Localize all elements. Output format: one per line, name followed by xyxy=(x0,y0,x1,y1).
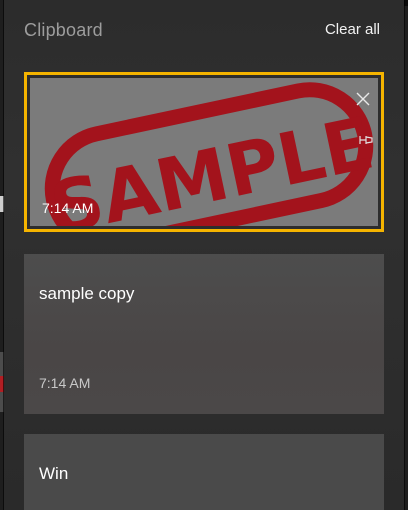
close-icon[interactable] xyxy=(355,91,371,107)
item-timestamp: 7:14 AM xyxy=(42,200,94,216)
clipboard-item-text[interactable]: sample copy 7:14 AM xyxy=(24,254,384,414)
item-text: Win xyxy=(39,464,69,483)
clipboard-header: Clipboard Clear all xyxy=(4,0,404,64)
pin-icon[interactable] xyxy=(357,133,375,147)
clipboard-item-text[interactable]: Win xyxy=(24,434,384,510)
image-preview: SAMPLE 7:14 AM xyxy=(30,78,378,226)
panel-title: Clipboard xyxy=(24,20,103,40)
item-timestamp: 7:14 AM xyxy=(39,375,91,391)
item-text: sample copy xyxy=(39,284,135,303)
clear-all-button[interactable]: Clear all xyxy=(325,21,380,38)
stamp-text: SAMPLE xyxy=(43,101,378,226)
clipboard-item-image[interactable]: SAMPLE 7:14 AM xyxy=(24,72,384,232)
clipboard-panel: Clipboard Clear all SAMPLE 7:14 AM sampl… xyxy=(4,0,404,510)
